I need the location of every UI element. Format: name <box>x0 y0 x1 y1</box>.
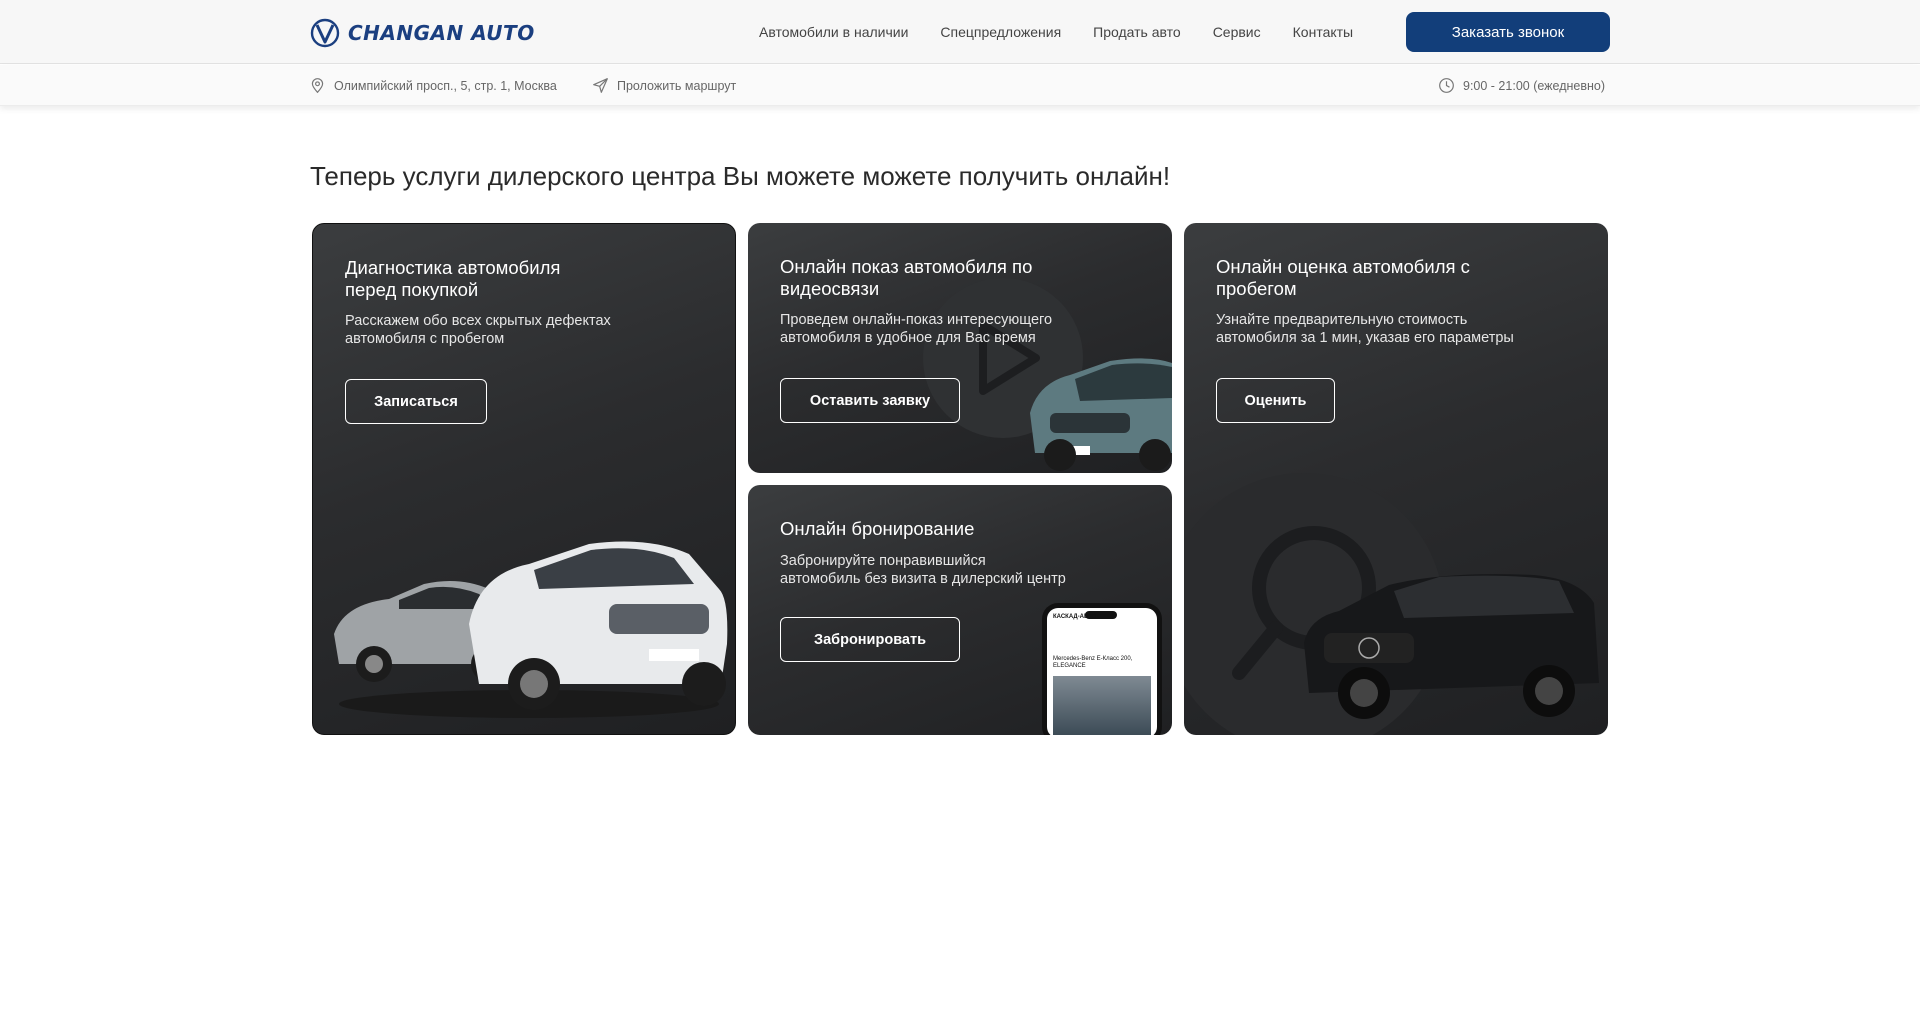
card-desc-line2: автомобиля с пробегом <box>345 331 505 347</box>
signup-button[interactable]: Записаться <box>345 379 487 424</box>
nav-service[interactable]: Сервис <box>1213 24 1261 40</box>
book-button[interactable]: Забронировать <box>780 617 960 662</box>
nav-contacts[interactable]: Контакты <box>1293 24 1353 40</box>
card-diagnostics: Диагностика автомобиля перед покупкой Ра… <box>312 223 736 735</box>
card-title-line1: Онлайн оценка автомобиля с <box>1216 256 1470 277</box>
cars-illustration <box>334 541 728 718</box>
card-title-line2: перед покупкой <box>345 279 479 300</box>
card-desc-line1: Расскажем обо всех скрытых дефектах <box>345 313 611 329</box>
send-arrow-icon <box>593 78 608 93</box>
phone-car-name: Mercedes-Benz E-Класс 200, ELEGANCE <box>1053 656 1133 669</box>
card-video-show: Онлайн показ автомобиля по видеосвязи Пр… <box>748 223 1172 473</box>
address-text: Олимпийский просп., 5, стр. 1, Москва <box>334 78 557 93</box>
card-desc-line1: Забронируйте понравившийся <box>780 553 986 569</box>
site-header: CHANGAN AUTO Автомобили в наличии Спецпр… <box>0 0 1920 64</box>
working-hours: 9:00 - 21:00 (ежедневно) <box>1438 65 1605 106</box>
logo-text: CHANGAN AUTO <box>348 21 535 45</box>
phone-car-photo <box>1053 676 1151 735</box>
card-desc-line1: Проведем онлайн-показ интересующего <box>780 312 1053 328</box>
nav-sell-car[interactable]: Продать авто <box>1093 24 1181 40</box>
leave-request-button[interactable]: Оставить заявку <box>780 378 960 423</box>
phone-header: КАСКАД-АВТО <box>1053 614 1097 620</box>
changan-logo-icon <box>310 18 340 48</box>
phone-mockup: КАСКАД-АВТО Mercedes-Benz E-Класс 200, E… <box>1042 603 1162 735</box>
nav-cars-in-stock[interactable]: Автомобили в наличии <box>759 24 908 40</box>
card-title-line2: видеосвязи <box>780 278 880 299</box>
main-nav: Автомобили в наличии Спецпредложения Про… <box>759 0 1353 64</box>
location-pin-icon <box>311 78 324 94</box>
card-title-line1: Онлайн показ автомобиля по <box>780 256 1033 277</box>
card-desc-line2: автомобиль без визита в дилерский центр <box>780 571 1066 587</box>
order-call-button[interactable]: Заказать звонок <box>1406 12 1610 52</box>
nav-special-offers[interactable]: Спецпредложения <box>940 24 1061 40</box>
magnifier-icon <box>1184 473 1444 735</box>
route-link[interactable]: Проложить маршрут <box>592 65 736 106</box>
address: Олимпийский просп., 5, стр. 1, Москва <box>309 65 557 106</box>
logo[interactable]: CHANGAN AUTO <box>310 18 535 48</box>
card-desc-line2: автомобиля за 1 мин, указав его параметр… <box>1216 330 1514 346</box>
hours-text: 9:00 - 21:00 (ежедневно) <box>1463 78 1606 93</box>
info-bar: Олимпийский просп., 5, стр. 1, Москва Пр… <box>0 65 1920 106</box>
evaluate-button[interactable]: Оценить <box>1216 378 1335 423</box>
card-desc-line1: Узнайте предварительную стоимость <box>1216 312 1468 328</box>
card-online-booking: Онлайн бронирование Забронируйте понрави… <box>748 485 1172 735</box>
suv-illustration <box>1030 358 1172 471</box>
card-title-line1: Диагностика автомобиля <box>345 257 561 278</box>
clock-icon <box>1439 78 1454 93</box>
route-text: Проложить маршрут <box>617 78 737 93</box>
card-title-line2: пробегом <box>1216 278 1297 299</box>
mercedes-suv-illustration <box>1304 574 1599 719</box>
page-title: Теперь услуги дилерского центра Вы может… <box>310 161 1171 191</box>
card-online-valuation: Онлайн оценка автомобиля с пробегом Узна… <box>1184 223 1608 735</box>
card-desc-line2: автомобиля в удобное для Вас время <box>780 330 1036 346</box>
card-title: Онлайн бронирование <box>780 518 975 539</box>
